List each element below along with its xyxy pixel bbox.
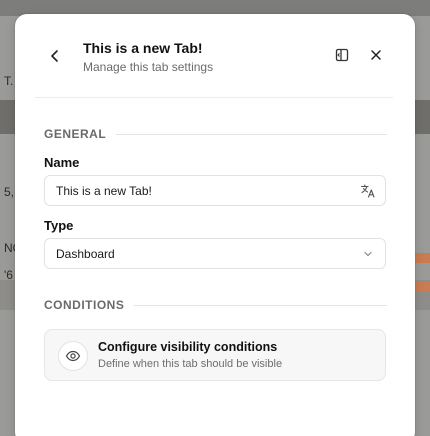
eye-icon xyxy=(65,350,81,362)
section-divider xyxy=(134,304,387,306)
conditions-card-title: Configure visibility conditions xyxy=(98,340,278,354)
visibility-icon-badge xyxy=(58,341,88,371)
tab-settings-panel: This is a new Tab! Manage this tab setti… xyxy=(15,14,415,436)
panel-left-icon xyxy=(335,48,349,62)
name-input-value: This is a new Tab! xyxy=(56,183,152,198)
conditions-card-subtitle: Define when this tab should be visible xyxy=(98,358,283,370)
name-field-label: Name xyxy=(44,155,80,170)
background-text: 5, xyxy=(4,185,15,199)
background-accent xyxy=(414,282,430,292)
close-icon xyxy=(371,50,381,60)
conditions-section-label: CONDITIONS xyxy=(44,298,125,312)
panel-subtitle: Manage this tab settings xyxy=(83,60,214,74)
background-accent xyxy=(414,253,430,263)
close-button[interactable] xyxy=(367,46,385,64)
panel-title: This is a new Tab! xyxy=(83,40,203,56)
type-select-value: Dashboard xyxy=(56,246,115,261)
background-text: T. xyxy=(4,74,14,88)
type-field-label: Type xyxy=(44,218,74,233)
panel-header: This is a new Tab! Manage this tab setti… xyxy=(15,14,415,98)
translate-icon xyxy=(360,184,375,198)
general-section-header: GENERAL xyxy=(44,127,387,141)
translate-button[interactable] xyxy=(360,183,376,199)
chevron-down-icon xyxy=(364,251,372,257)
configure-visibility-card[interactable]: Configure visibility conditions Define w… xyxy=(44,329,386,381)
background-text: '6 xyxy=(4,268,13,282)
section-divider xyxy=(116,133,387,135)
toggle-panel-button[interactable] xyxy=(333,46,351,64)
header-divider xyxy=(35,97,393,98)
back-button[interactable] xyxy=(45,46,65,66)
chevron-left-icon xyxy=(51,50,58,62)
type-select[interactable]: Dashboard xyxy=(44,238,386,269)
general-section-label: GENERAL xyxy=(44,127,107,141)
conditions-section-header: CONDITIONS xyxy=(44,298,387,312)
name-input[interactable]: This is a new Tab! xyxy=(44,175,386,206)
dropdown-toggle[interactable] xyxy=(360,246,376,262)
